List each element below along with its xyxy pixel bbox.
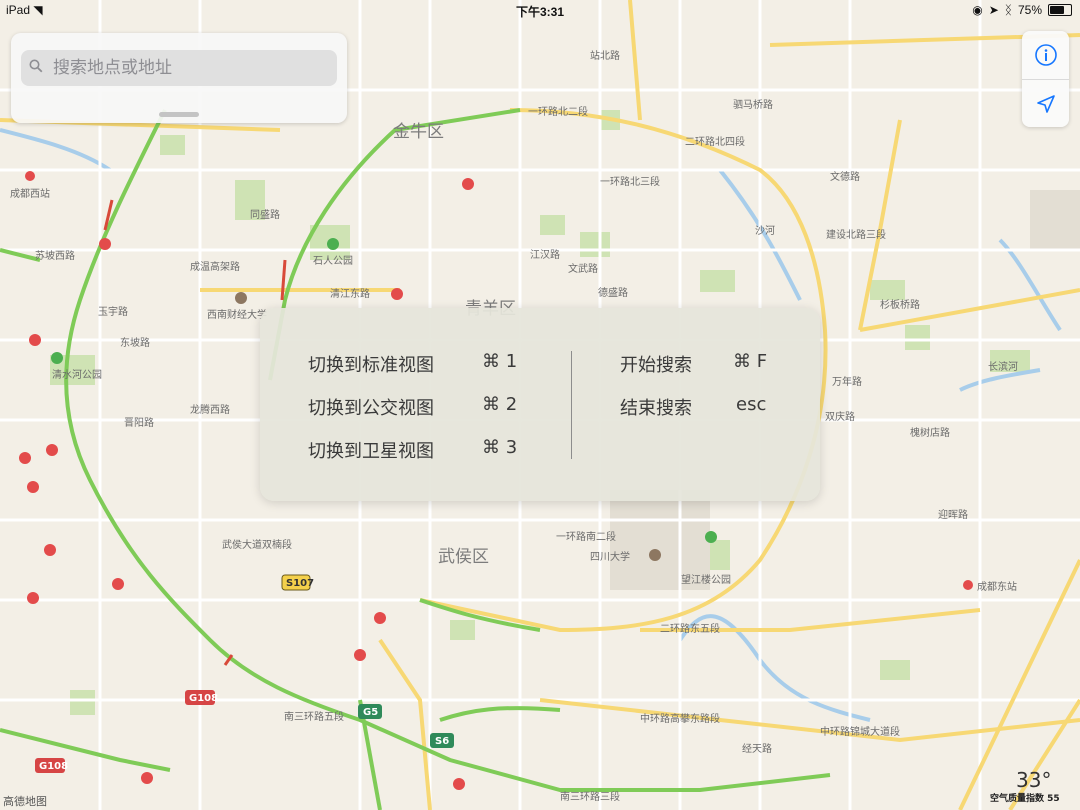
road-label: 经天路 bbox=[742, 742, 772, 755]
search-box[interactable] bbox=[21, 50, 337, 86]
keyboard-shortcuts-panel: 切换到标准视图 ⌘ 1 切换到公交视图 ⌘ 2 切换到卫星视图 ⌘ 3 开始搜索… bbox=[260, 308, 820, 501]
orientation-lock-icon: ◉ bbox=[972, 3, 983, 17]
road-label: 文德路 bbox=[830, 170, 860, 183]
road-label: 德盛路 bbox=[598, 286, 628, 299]
shortcut-label: 切换到卫星视图 bbox=[308, 441, 434, 462]
highway-shield-g108: G108 bbox=[189, 693, 218, 704]
road-label: 槐树店路 bbox=[910, 426, 950, 439]
bluetooth-icon: ᛝ bbox=[1004, 3, 1012, 17]
highway-shield-s107: S107 bbox=[286, 578, 314, 589]
shortcut-label: 开始搜索 bbox=[620, 355, 692, 376]
shortcut-label: 结束搜索 bbox=[620, 398, 692, 419]
road-label: 清江东路 bbox=[330, 287, 370, 300]
info-icon bbox=[1034, 44, 1057, 66]
road-label: 建设北路三段 bbox=[826, 228, 886, 241]
info-button[interactable] bbox=[1022, 31, 1069, 79]
road-label: 一环路北三段 bbox=[600, 175, 660, 188]
shortcut-key: esc bbox=[736, 394, 767, 415]
road-label: 杉板桥路 bbox=[880, 298, 920, 311]
district-label-jinniu: 金牛区 bbox=[393, 122, 444, 142]
road-label: 江汉路 bbox=[530, 248, 560, 261]
road-label: 一环路北二段 bbox=[528, 105, 588, 118]
road-label: 东坡路 bbox=[120, 336, 150, 349]
road-label: 中环路高攀东路段 bbox=[640, 712, 720, 725]
highway-shield-g5: G5 bbox=[363, 707, 378, 718]
shortcut-label: 切换到公交视图 bbox=[308, 398, 434, 419]
road-label: 一环路南二段 bbox=[556, 530, 616, 543]
status-right: ◉ ➤ ᛝ 75% bbox=[972, 3, 1072, 17]
panel-divider bbox=[571, 351, 572, 459]
road-label: 二环路东五段 bbox=[660, 622, 720, 635]
temperature: 33° bbox=[1016, 768, 1052, 792]
place-label: 成都西站 bbox=[10, 187, 50, 200]
place-label: 石人公园 bbox=[313, 255, 353, 267]
road-label: 武侯大道双楠段 bbox=[222, 538, 292, 551]
road-label: 中环路锦城大道段 bbox=[820, 725, 900, 738]
shortcut-key: ⌘ 1 bbox=[482, 351, 518, 372]
locate-button[interactable] bbox=[1022, 80, 1069, 128]
search-icon bbox=[21, 59, 51, 77]
status-bar: iPad ◥ 下午3:31 ◉ ➤ ᛝ 75% bbox=[0, 0, 1080, 20]
shortcut-key: ⌘ 2 bbox=[482, 394, 518, 415]
road-label: 二环路北四段 bbox=[685, 135, 745, 148]
district-label-wuhou: 武侯区 bbox=[438, 547, 489, 567]
road-label: 龙腾西路 bbox=[190, 403, 230, 416]
road-label: 万年路 bbox=[832, 375, 862, 388]
clock: 下午3:31 bbox=[515, 5, 565, 19]
air-quality-index: 空气质量指数 55 bbox=[990, 794, 1060, 804]
road-label: 成温高架路 bbox=[190, 260, 240, 273]
road-label: 站北路 bbox=[590, 49, 620, 62]
place-label: 成都东站 bbox=[977, 580, 1017, 593]
road-label: 玉宇路 bbox=[98, 305, 128, 318]
place-label: 望江楼公园 bbox=[681, 573, 731, 586]
road-label: 南三环路五段 bbox=[284, 710, 344, 723]
place-label: 清水河公园 bbox=[52, 368, 102, 381]
road-label: 晋阳路 bbox=[124, 416, 154, 429]
location-services-icon: ➤ bbox=[988, 3, 999, 17]
search-input[interactable] bbox=[51, 57, 325, 79]
road-label: 文武路 bbox=[568, 262, 598, 275]
location-arrow-icon bbox=[1036, 95, 1055, 113]
battery-fill bbox=[1050, 6, 1064, 14]
battery-icon bbox=[1048, 4, 1072, 16]
place-label: 四川大学 bbox=[590, 550, 630, 563]
highway-shield-g108-2: G108 bbox=[39, 761, 68, 772]
highway-shield-s6: S6 bbox=[435, 736, 449, 747]
road-label: 苏坡西路 bbox=[35, 249, 75, 262]
map-attribution[interactable]: 高德地图 bbox=[3, 793, 47, 809]
place-label: 西南财经大学 bbox=[207, 308, 267, 321]
battery-percent: 75% bbox=[1017, 3, 1042, 17]
shortcut-key: ⌘ 3 bbox=[482, 437, 518, 458]
road-label: 南三环路三段 bbox=[560, 790, 620, 803]
search-card bbox=[11, 33, 347, 123]
road-label: 驷马桥路 bbox=[733, 98, 773, 111]
shortcut-label: 切换到标准视图 bbox=[308, 355, 434, 376]
map-controls bbox=[1022, 31, 1069, 127]
road-label: 长滨河 bbox=[988, 360, 1018, 373]
road-label: 沙河 bbox=[755, 225, 775, 237]
road-label: 双庆路 bbox=[825, 410, 855, 423]
shortcut-key: ⌘ F bbox=[733, 351, 768, 372]
road-label: 迎晖路 bbox=[938, 508, 968, 521]
drag-handle[interactable] bbox=[159, 112, 199, 117]
road-label: 同盛路 bbox=[250, 208, 280, 221]
